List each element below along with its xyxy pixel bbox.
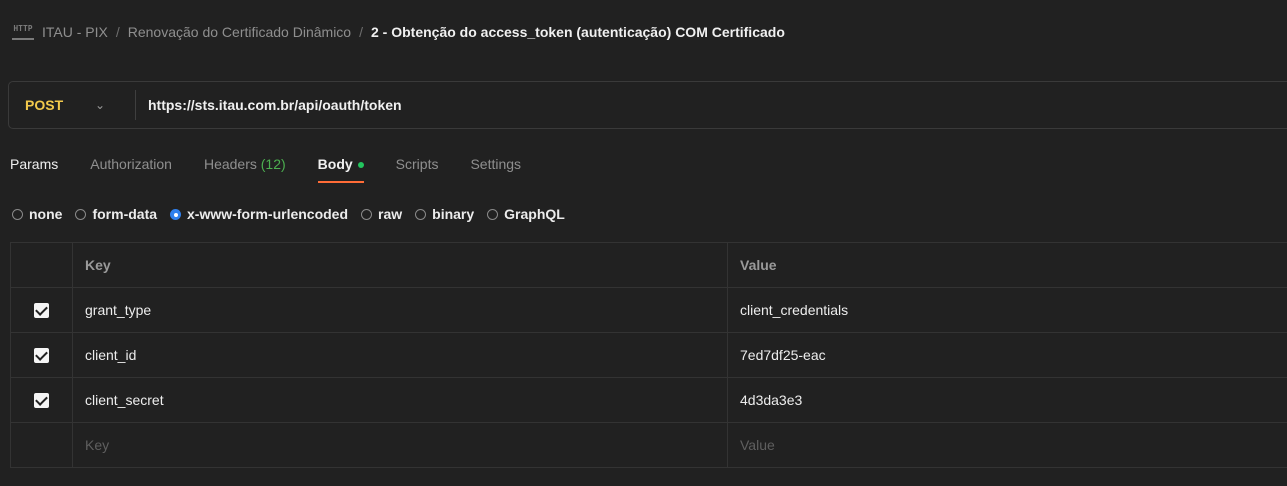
breadcrumb-collection[interactable]: ITAU - PIX — [42, 24, 108, 40]
tab-body-label: Body — [317, 156, 353, 172]
row-checkbox-cell — [10, 377, 73, 423]
method-select[interactable]: POST — [9, 97, 95, 113]
radio-circle-icon[interactable] — [75, 208, 87, 220]
url-input[interactable] — [148, 97, 1287, 113]
checkbox-checked-icon[interactable] — [34, 348, 49, 364]
param-key[interactable]: grant_type — [72, 287, 728, 333]
value-column-header: Value — [727, 242, 1287, 288]
empty-checkbox-cell — [10, 422, 73, 468]
radio-label: form-data — [92, 206, 158, 222]
new-key-input[interactable]: Key — [72, 422, 728, 468]
table-row: grant_type client_credentials — [10, 287, 1287, 333]
request-editor: HTTP ITAU - PIX / Renovação do Certifica… — [0, 0, 1287, 486]
tab-authorization[interactable]: Authorization — [90, 152, 172, 176]
request-title[interactable]: 2 - Obtenção do access_token (autenticaç… — [371, 24, 785, 40]
active-tab-underline — [317, 181, 364, 183]
table-row: client_id 7ed7df25-eac — [10, 332, 1287, 378]
row-checkbox-cell — [10, 287, 73, 333]
radio-label: x-www-form-urlencoded — [187, 206, 349, 222]
radio-graphql[interactable]: GraphQL — [487, 206, 565, 222]
tab-params[interactable]: Params — [10, 152, 58, 176]
table-row: client_secret 4d3da3e3 — [10, 377, 1287, 423]
request-tabs: Params Authorization Headers (12) Body S… — [10, 152, 553, 186]
tab-settings[interactable]: Settings — [470, 152, 521, 176]
breadcrumb-separator: / — [115, 24, 120, 40]
tab-headers-label: Headers — [203, 156, 257, 172]
radio-binary[interactable]: binary — [415, 206, 474, 222]
param-value[interactable]: 7ed7df25-eac — [727, 332, 1287, 378]
tab-headers[interactable]: Headers (12) — [204, 152, 286, 176]
checkbox-checked-icon[interactable] — [34, 393, 49, 409]
radio-none[interactable]: none — [12, 206, 62, 222]
table-header-row: Key Value — [10, 242, 1287, 288]
http-icon: HTTP — [12, 24, 34, 40]
radio-x-www-form-urlencoded[interactable]: x-www-form-urlencoded — [170, 206, 348, 222]
tab-scripts-label: Scripts — [395, 156, 439, 172]
tab-params-label: Params — [10, 156, 59, 172]
chevron-down-icon[interactable]: ⌄ — [95, 98, 135, 112]
url-bar: POST ⌄ — [8, 81, 1287, 129]
radio-raw[interactable]: raw — [361, 206, 402, 222]
tab-settings-label: Settings — [470, 156, 522, 172]
breadcrumb-separator: / — [359, 24, 363, 40]
radio-circle-icon[interactable] — [12, 208, 23, 220]
breadcrumb: HTTP ITAU - PIX / Renovação do Certifica… — [12, 18, 785, 46]
new-value-input[interactable]: Value — [727, 422, 1287, 468]
urlencoded-params-table: Key Value grant_type client_credentials … — [10, 242, 1287, 468]
radio-label: binary — [432, 206, 475, 222]
radio-label: GraphQL — [504, 206, 565, 222]
radio-label: raw — [378, 206, 403, 222]
method-divider — [135, 90, 136, 120]
checkbox-checked-icon[interactable] — [34, 303, 49, 319]
radio-label: none — [29, 206, 63, 222]
row-checkbox-cell — [10, 332, 73, 378]
tab-scripts[interactable]: Scripts — [396, 152, 439, 176]
radio-circle-icon[interactable] — [415, 208, 427, 220]
tab-authorization-label: Authorization — [90, 156, 172, 172]
tab-body[interactable]: Body — [317, 152, 364, 183]
new-row: Key Value — [10, 422, 1287, 468]
param-key[interactable]: client_id — [72, 332, 728, 378]
param-value[interactable]: 4d3da3e3 — [727, 377, 1287, 423]
radio-circle-icon[interactable] — [487, 208, 499, 220]
breadcrumb-folder[interactable]: Renovação do Certificado Dinâmico — [128, 24, 351, 40]
radio-selected-icon[interactable] — [170, 208, 182, 220]
key-column-header: Key — [72, 242, 728, 288]
body-type-radios: none form-data x-www-form-urlencoded raw… — [12, 203, 578, 225]
radio-form-data[interactable]: form-data — [75, 206, 157, 222]
param-key[interactable]: client_secret — [72, 377, 728, 423]
radio-circle-icon[interactable] — [361, 208, 373, 220]
checkbox-header — [10, 242, 73, 288]
body-indicator-dot — [357, 162, 364, 169]
param-value[interactable]: client_credentials — [727, 287, 1287, 333]
headers-count: (12) — [260, 156, 286, 172]
